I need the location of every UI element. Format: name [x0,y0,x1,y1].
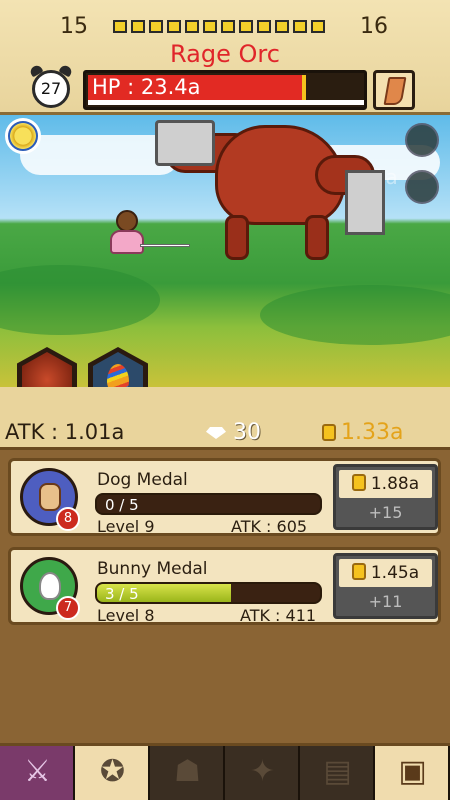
coin-bonus-button[interactable] [5,118,41,154]
medal-card-bunny: 7 Bunny Medal 3 / 5 Level 8 ATK : 411 1.… [8,547,441,625]
medal-list-panel: 8 Dog Medal 0 / 5 Level 9 ATK : 605 1.88… [0,447,450,743]
stage-progress-box [221,20,235,33]
bunny-face-icon [39,572,61,600]
stage-progress-box [149,20,163,33]
medal-name: Dog Medal [97,470,188,490]
hero-sword [140,244,190,247]
orc-spiked-gauntlet [155,120,215,166]
medal-progress-text: 3 / 5 [105,585,139,603]
stage-progress-box [185,20,199,33]
boot-icon [383,77,407,105]
stage-progress-box [203,20,217,33]
orc-shield [345,170,385,235]
medal-level: Level 8 [97,606,155,625]
gold-amount: 1.33a [322,420,403,445]
tab-weapons[interactable]: ✦ [225,746,300,800]
skill-rage-button[interactable] [17,347,77,387]
stage-progress-box [167,20,181,33]
medal-count-badge: 8 [56,507,80,531]
enemy-name: Rage Orc [170,40,280,68]
level-up-cost: 1.88a [339,470,432,498]
gold-coin-icon [351,563,366,580]
enemy-hp-label: HP : 23.4a [92,75,201,99]
medal-attack: ATK : 605 [231,517,308,536]
egg-icon [107,364,129,387]
item-bag-icon[interactable] [405,170,439,204]
enemy-hp-bar: HP : 23.4a [83,70,367,110]
sword-icon: ⚔ [24,754,51,789]
battle-header: 15 16 Rage Orc 27 HP : 23.4a [0,0,450,115]
tab-monsters[interactable]: ☗ [150,746,225,800]
grass-patch [260,285,450,345]
level-up-button[interactable]: 1.45a +11 [333,553,438,619]
stage-progress-box [311,20,325,33]
weapon-icon: ✦ [249,754,276,789]
tree-icon[interactable] [405,123,439,157]
level-up-cost: 1.45a [339,559,432,587]
skill-egg-button[interactable] [88,347,148,387]
gem-count: 30 [233,420,261,445]
monster-icon: ☗ [174,754,201,789]
stage-progress-box [275,20,289,33]
medal-level: Level 9 [97,517,155,536]
level-up-button[interactable]: 1.88a +15 [333,464,438,530]
current-stage-number: 15 [60,14,88,39]
boss-item-button[interactable] [373,70,415,110]
medal-icon: ✪ [99,754,126,789]
gold-coin-icon [322,424,336,441]
medal-attack: ATK : 411 [240,606,317,625]
map-icon: ▤ [323,754,352,789]
enemy-hp-subbar [88,100,364,105]
next-stage-number: 16 [360,14,388,39]
medal-progress-bar: 0 / 5 [95,493,322,515]
stage-progress-box [131,20,145,33]
medal-name: Bunny Medal [97,559,208,579]
level-up-gain: +11 [368,592,403,611]
rage-orc-enemy[interactable] [155,115,395,265]
grass-patch [0,265,160,335]
medal-card-dog: 8 Dog Medal 0 / 5 Level 9 ATK : 605 1.88… [8,458,441,536]
enemy-hp-marker [301,75,306,101]
chest-icon: ▣ [398,754,427,789]
alarm-clock-icon: 27 [28,63,74,110]
tab-medals[interactable]: ✪ [75,746,150,800]
medal-progress-bar: 3 / 5 [95,582,322,604]
hero-girl [100,210,190,270]
gold-coin-icon [351,474,366,491]
stage-progress-box [113,20,127,33]
stage-progress-box [257,20,271,33]
stage-progress-box [239,20,253,33]
stage-progress [113,20,325,33]
battle-scene[interactable]: 01a [0,115,450,387]
stats-bar: ATK : 1.01a 30 1.33a [0,387,450,447]
tab-map[interactable]: ▤ [300,746,375,800]
total-attack: ATK : 1.01a [5,420,125,444]
medal-progress-text: 0 / 5 [105,496,139,514]
tab-shop[interactable]: ▣ [375,746,450,800]
medal-count-badge: 7 [56,596,80,620]
dog-face-icon [39,483,61,511]
tab-attack[interactable]: ⚔ [0,746,75,800]
level-up-gain: +15 [368,503,403,522]
boss-timer: 27 [40,79,62,98]
stage-progress-box [293,20,307,33]
bottom-nav: ⚔ ✪ ☗ ✦ ▤ ▣ [0,743,450,800]
